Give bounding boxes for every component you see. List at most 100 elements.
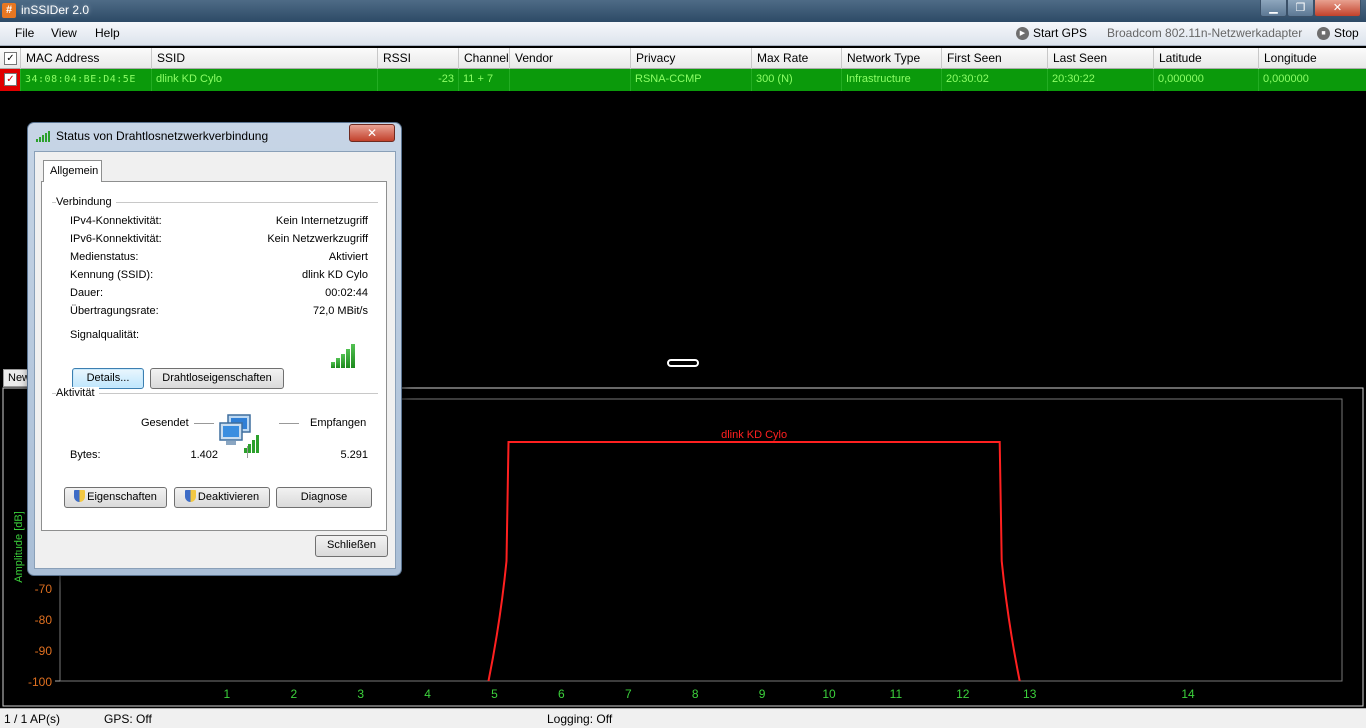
y-tick-label: -90 <box>35 644 53 658</box>
field-value-speed: 72,0 MBit/s <box>312 305 368 317</box>
cell-last-seen: 20:30:22 <box>1048 69 1154 91</box>
x-tick-label: 13 <box>1023 687 1037 701</box>
field-label-ipv6: IPv6-Konnektivität: <box>70 233 162 245</box>
cell-rssi: -23 <box>378 69 459 91</box>
menu-view[interactable]: View <box>51 26 77 40</box>
app-icon: # <box>2 3 16 18</box>
x-tick-label: 5 <box>491 687 498 701</box>
select-all-cell: ✓ <box>0 48 21 69</box>
column-header-privacy[interactable]: Privacy <box>631 48 752 69</box>
dialog-close-button[interactable]: ✕ <box>349 124 395 142</box>
status-logging: Logging: Off <box>547 712 613 726</box>
network-curve-label: dlink KD Cylo <box>721 429 787 441</box>
minimize-button[interactable]: ▁ <box>1260 0 1287 17</box>
bytes-received-value: 5.291 <box>340 449 368 461</box>
column-header-rssi[interactable]: RSSI <box>378 48 459 69</box>
divider <box>279 423 299 424</box>
rssi-value: -23 <box>438 73 454 85</box>
field-label-speed: Übertragungsrate: <box>70 305 159 317</box>
section-heading-activity: Aktivität <box>56 387 99 399</box>
field-label-ssid: Kennung (SSID): <box>70 269 154 281</box>
menu-bar: File View Help ▶ Start GPS Broadcom 802.… <box>0 22 1366 46</box>
table-row[interactable]: ✓ 34:08:04:BE:D4:5E dlink KD Cylo -23 11… <box>0 69 1366 91</box>
stop-icon: ■ <box>1317 26 1330 40</box>
menu-file[interactable]: File <box>15 26 34 40</box>
y-axis-label: Amplitude [dB] <box>13 511 25 583</box>
received-label: Empfangen <box>310 417 367 429</box>
diagnose-button[interactable]: Diagnose <box>276 487 372 508</box>
field-label-ipv4: IPv4-Konnektivität: <box>70 215 162 227</box>
y-tick-label: -80 <box>35 613 53 627</box>
disable-button[interactable]: Deaktivieren <box>174 487 270 508</box>
status-ap-count: 1 / 1 AP(s) <box>4 712 61 726</box>
row-select-cell: ✓ <box>0 69 21 91</box>
wireless-status-dialog: Status von Drahtlosnetzwerkverbindung ✕ … <box>27 122 402 576</box>
bytes-label: Bytes: <box>70 449 101 461</box>
x-tick-label: 10 <box>822 687 836 701</box>
divider <box>247 446 248 458</box>
column-header-ssid[interactable]: SSID <box>152 48 378 69</box>
tab-general[interactable]: Allgemein <box>43 160 102 182</box>
column-header-channel[interactable]: Channel <box>459 48 510 69</box>
tab-panel-general: Verbindung IPv4-Konnektivität: Kein Inte… <box>41 181 387 531</box>
column-header-max-rate[interactable]: Max Rate <box>752 48 842 69</box>
sent-label: Gesendet <box>141 417 189 429</box>
start-gps-label: Start GPS <box>1033 26 1088 40</box>
section-heading-connection: Verbindung <box>56 196 116 208</box>
splitter-handle[interactable] <box>667 359 699 367</box>
title-bar: # inSSIDer 2.0 ▁ ❐ ✕ <box>0 0 1366 22</box>
cell-ssid: dlink KD Cylo <box>152 69 378 91</box>
adapter-selector[interactable]: Broadcom 802.11n-Netzwerkadapter <box>1107 26 1302 40</box>
dialog-title: Status von Drahtlosnetzwerkverbindung <box>56 129 269 143</box>
maximize-button[interactable]: ❐ <box>1287 0 1314 17</box>
divider <box>52 393 378 394</box>
column-header-latitude[interactable]: Latitude <box>1154 48 1259 69</box>
x-tick-label: 6 <box>558 687 565 701</box>
x-tick-label: 3 <box>357 687 364 701</box>
y-tick-label: -100 <box>28 675 52 689</box>
column-header-vendor[interactable]: Vendor <box>510 48 631 69</box>
field-value-ssid: dlink KD Cylo <box>301 269 368 281</box>
x-tick-label: 2 <box>290 687 297 701</box>
play-icon: ▶ <box>1016 26 1029 40</box>
bytes-sent-value: 1.402 <box>190 449 218 461</box>
field-value-duration: 00:02:44 <box>325 287 368 299</box>
cell-network-type: Infrastructure <box>842 69 942 91</box>
details-button[interactable]: Details... <box>72 368 144 389</box>
menu-help[interactable]: Help <box>95 26 120 40</box>
close-dialog-button[interactable]: Schließen <box>315 535 388 557</box>
column-header-mac[interactable]: MAC Address <box>21 48 152 69</box>
status-gps: GPS: Off <box>104 712 152 726</box>
x-tick-label: 8 <box>692 687 699 701</box>
wireless-properties-button[interactable]: Drahtloseigenschaften <box>150 368 284 389</box>
row-checkbox[interactable]: ✓ <box>4 73 17 86</box>
close-button[interactable]: ✕ <box>1314 0 1361 17</box>
select-all-checkbox[interactable]: ✓ <box>4 52 17 65</box>
stop-label: Stop <box>1334 26 1359 40</box>
stop-button[interactable]: ■ Stop <box>1317 26 1359 40</box>
properties-button[interactable]: Eigenschaften <box>64 487 167 508</box>
start-gps-button[interactable]: ▶ Start GPS <box>1016 26 1087 40</box>
column-header-network-type[interactable]: Network Type <box>842 48 942 69</box>
disable-button-label: Deaktivieren <box>197 491 260 503</box>
field-value-ipv6: Kein Netzwerkzugriff <box>267 233 368 245</box>
field-value-media-status: Aktiviert <box>328 251 368 263</box>
x-tick-label: 9 <box>759 687 766 701</box>
cell-first-seen: 20:30:02 <box>942 69 1048 91</box>
column-header-longitude[interactable]: Longitude <box>1259 48 1366 69</box>
cell-mac: 34:08:04:BE:D4:5E <box>21 69 152 91</box>
cell-privacy: RSNA-CCMP <box>631 69 752 91</box>
cell-latitude: 0,000000 <box>1154 69 1259 91</box>
x-tick-label: 11 <box>890 687 903 701</box>
column-header-last-seen[interactable]: Last Seen <box>1048 48 1154 69</box>
cell-max-rate: 300 (N) <box>752 69 842 91</box>
x-tick-label: 12 <box>956 687 970 701</box>
field-value-ipv4: Kein Internetzugriff <box>275 215 368 227</box>
cell-vendor <box>510 69 631 91</box>
status-bar: 1 / 1 AP(s) GPS: Off Logging: Off <box>0 708 1366 728</box>
column-header-first-seen[interactable]: First Seen <box>942 48 1048 69</box>
properties-button-label: Eigenschaften <box>87 491 157 503</box>
x-tick-label: 14 <box>1181 687 1195 701</box>
wireless-signal-icon <box>36 131 50 142</box>
field-label-duration: Dauer: <box>70 287 104 299</box>
